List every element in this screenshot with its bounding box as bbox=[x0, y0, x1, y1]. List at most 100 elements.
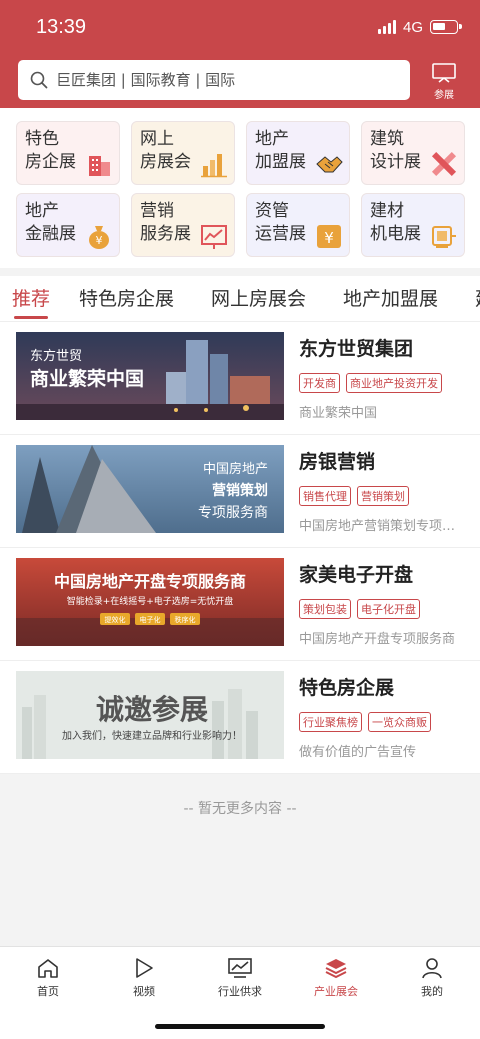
network-type: 4G bbox=[403, 19, 424, 36]
category-tile[interactable]: 建筑 设计展 bbox=[361, 121, 465, 185]
layers-icon bbox=[325, 959, 347, 979]
banner-text: 中国房地产 bbox=[203, 461, 268, 477]
category-label: 服务展 bbox=[140, 224, 191, 244]
item-tag: 行业聚焦榜 bbox=[299, 712, 362, 732]
item-tag: 销售代理 bbox=[299, 486, 351, 506]
category-label: 地产 bbox=[255, 129, 289, 149]
exhibitor-list: 东方世贸 商业繁荣中国 东方世贸集团 开发商 商业地产投资开发 商业繁荣中国 中国… bbox=[0, 322, 480, 774]
list-item[interactable]: 诚邀参展 加入我们，快速建立品牌和行业影响力！ 特色房企展 行业聚焦榜 一览众商贩… bbox=[0, 661, 480, 774]
nav-label: 行业供求 bbox=[218, 985, 262, 998]
item-tag: 电子化开盘 bbox=[357, 599, 420, 619]
exhibit-board-icon bbox=[432, 63, 456, 83]
category-label: 房企展 bbox=[25, 152, 76, 172]
item-description: 中国房地产营销策划专项服务商 bbox=[299, 519, 459, 534]
category-label: 运营展 bbox=[255, 224, 306, 244]
nav-profile[interactable]: 我的 bbox=[384, 957, 480, 999]
category-tile[interactable]: 营销 服务展 bbox=[131, 193, 235, 257]
banner-text: 提效化 bbox=[105, 615, 126, 624]
item-tag: 策划包装 bbox=[299, 599, 351, 619]
nav-supply-demand[interactable]: 行业供求 bbox=[192, 957, 288, 999]
category-label: 设计展 bbox=[370, 152, 421, 172]
tab-next[interactable]: 建 bbox=[475, 284, 480, 311]
item-tag: 营销策划 bbox=[357, 486, 409, 506]
banner-text: 加入我们，快速建立品牌和行业影响力！ bbox=[62, 729, 242, 742]
bar-chart-icon bbox=[201, 154, 227, 178]
item-title: 房银营销 bbox=[299, 451, 376, 473]
play-icon bbox=[136, 958, 153, 978]
yen-box-icon: ¥ bbox=[317, 225, 341, 248]
svg-text:¥: ¥ bbox=[324, 229, 334, 247]
tab-online-expo[interactable]: 网上房展会 bbox=[211, 284, 306, 311]
item-title: 特色房企展 bbox=[299, 677, 395, 699]
category-tile[interactable]: 建材 机电展 bbox=[361, 193, 465, 257]
nav-label: 产业展会 bbox=[314, 985, 358, 998]
nav-label: 首页 bbox=[37, 985, 59, 998]
item-description: 做有价值的广告宣传 bbox=[299, 745, 417, 760]
banner-image: 中国房地产开盘专项服务商 智能检录+在线摇号+电子选房=无忧开盘 提效化 电子化… bbox=[16, 558, 284, 646]
category-tile[interactable]: 网上 房展会 bbox=[131, 121, 235, 185]
banner-text: 营销策划 bbox=[212, 482, 268, 499]
banner-image: 中国房地产 营销策划 专项服务商 bbox=[16, 445, 284, 533]
category-label: 资管 bbox=[255, 201, 289, 221]
building-icon bbox=[89, 156, 110, 176]
item-tag: 开发商 bbox=[299, 373, 340, 393]
section-divider bbox=[0, 268, 480, 276]
money-bag-icon: ¥ bbox=[89, 226, 109, 249]
category-label: 建筑 bbox=[370, 129, 404, 149]
category-tile[interactable]: 资管运营展 ¥ bbox=[246, 193, 350, 257]
search-bar[interactable] bbox=[18, 60, 410, 100]
category-tile[interactable]: 地产金融展 ¥ bbox=[16, 193, 120, 257]
search-input[interactable] bbox=[56, 66, 396, 94]
join-label: 参展 bbox=[434, 90, 454, 101]
signal-icon bbox=[378, 20, 398, 34]
nav-industry-expo[interactable]: 产业展会 bbox=[288, 957, 384, 999]
banner-text: 专项服务商 bbox=[198, 505, 268, 521]
trend-board-icon bbox=[201, 225, 227, 249]
status-bar: 13:39 4G bbox=[0, 0, 480, 54]
category-label: 机电展 bbox=[370, 224, 421, 244]
nav-label: 视频 bbox=[133, 985, 155, 998]
home-indicator bbox=[155, 1024, 325, 1029]
category-tile[interactable]: 特色 房企展 bbox=[16, 121, 120, 185]
category-label: 营销 bbox=[140, 201, 174, 221]
category-label: 加盟展 bbox=[255, 152, 306, 172]
item-title: 东方世贸集团 bbox=[299, 338, 414, 360]
banner-image: 诚邀参展 加入我们，快速建立品牌和行业影响力！ bbox=[16, 671, 284, 759]
search-icon bbox=[30, 71, 48, 89]
category-tile[interactable]: 地产 加盟展 bbox=[246, 121, 350, 185]
category-label: 金融展 bbox=[25, 224, 76, 244]
home-icon bbox=[38, 959, 58, 978]
banner-text: 智能检录+在线摇号+电子选房=无忧开盘 bbox=[67, 595, 234, 607]
pencil-ruler-icon bbox=[431, 151, 457, 177]
category-label: 特色 bbox=[25, 129, 59, 149]
nav-label: 我的 bbox=[421, 985, 443, 998]
nav-video[interactable]: 视频 bbox=[96, 957, 192, 999]
nav-home[interactable]: 首页 bbox=[0, 957, 96, 999]
list-item[interactable]: 东方世贸 商业繁荣中国 东方世贸集团 开发商 商业地产投资开发 商业繁荣中国 bbox=[0, 322, 480, 435]
tab-featured-developers[interactable]: 特色房企展 bbox=[79, 284, 174, 311]
category-label: 地产 bbox=[25, 201, 59, 221]
join-exhibition-button[interactable]: 参展 bbox=[424, 62, 464, 101]
item-tag: 商业地产投资开发 bbox=[346, 373, 442, 393]
svg-text:¥: ¥ bbox=[96, 234, 103, 247]
item-description: 商业繁荣中国 bbox=[299, 406, 378, 421]
machine-icon bbox=[432, 226, 456, 248]
item-tag: 一览众商贩 bbox=[368, 712, 431, 732]
tab-franchise-expo[interactable]: 地产加盟展 bbox=[343, 284, 438, 311]
chart-screen-icon bbox=[228, 958, 252, 978]
list-item[interactable]: 中国房地产开盘专项服务商 智能检录+在线摇号+电子选房=无忧开盘 提效化 电子化… bbox=[0, 548, 480, 661]
category-label: 建材 bbox=[370, 201, 404, 221]
banner-text: 秩序化 bbox=[175, 615, 196, 624]
category-label: 网上 bbox=[140, 129, 174, 149]
banner-text: 东方世贸 bbox=[30, 348, 82, 364]
tab-recommended[interactable]: 推荐 bbox=[12, 284, 50, 311]
banner-text: 中国房地产开盘专项服务商 bbox=[54, 572, 246, 591]
handshake-icon bbox=[316, 156, 343, 173]
banner-text: 诚邀参展 bbox=[96, 693, 208, 726]
item-description: 中国房地产开盘专项服务商 bbox=[299, 632, 456, 647]
list-item[interactable]: 中国房地产 营销策划 专项服务商 房银营销 销售代理 营销策划 中国房地产营销策划… bbox=[0, 435, 480, 548]
tab-indicator bbox=[14, 316, 48, 319]
category-grid: 特色 房企展 网上 房展会 地产 加盟展 建筑 设计展 地产 金融展 ¥ 营销 服务展 资管… bbox=[0, 108, 480, 268]
banner-image: 东方世贸 商业繁荣中国 bbox=[16, 332, 284, 420]
banner-text: 商业繁荣中国 bbox=[30, 367, 144, 390]
